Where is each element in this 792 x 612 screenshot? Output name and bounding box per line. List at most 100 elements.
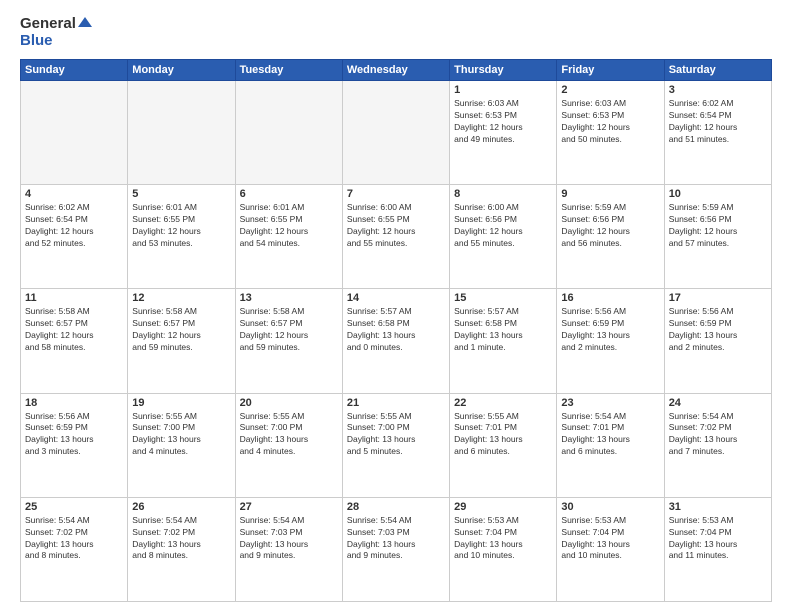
- calendar-cell: 18 Sunrise: 5:56 AM Sunset: 6:59 PM Dayli…: [21, 393, 128, 497]
- day-info: Sunrise: 5:58 AM Sunset: 6:57 PM Dayligh…: [25, 306, 123, 354]
- day-number: 12: [132, 292, 230, 304]
- day-info: Sunrise: 6:00 AM Sunset: 6:56 PM Dayligh…: [454, 202, 552, 250]
- calendar-cell: [21, 81, 128, 185]
- day-info: Sunrise: 5:53 AM Sunset: 7:04 PM Dayligh…: [561, 515, 659, 563]
- day-number: 24: [669, 397, 767, 409]
- logo-blue: Blue: [20, 33, 92, 50]
- day-info: Sunrise: 5:54 AM Sunset: 7:01 PM Dayligh…: [561, 411, 659, 459]
- day-info: Sunrise: 5:55 AM Sunset: 7:00 PM Dayligh…: [132, 411, 230, 459]
- day-number: 29: [454, 501, 552, 513]
- day-number: 27: [240, 501, 338, 513]
- day-info: Sunrise: 6:03 AM Sunset: 6:53 PM Dayligh…: [454, 98, 552, 146]
- day-info: Sunrise: 5:56 AM Sunset: 6:59 PM Dayligh…: [25, 411, 123, 459]
- calendar-cell: 5 Sunrise: 6:01 AM Sunset: 6:55 PM Daylig…: [128, 185, 235, 289]
- day-number: 18: [25, 397, 123, 409]
- day-number: 19: [132, 397, 230, 409]
- day-number: 6: [240, 188, 338, 200]
- calendar-cell: 28Sunrise: 5:54 AM Sunset: 7:03 PM Dayli…: [342, 497, 449, 601]
- calendar-cell: 8Sunrise: 6:00 AM Sunset: 6:56 PM Daylig…: [450, 185, 557, 289]
- calendar-cell: 16 Sunrise: 5:56 AM Sunset: 6:59 PM Dayli…: [557, 289, 664, 393]
- calendar-cell: 30 Sunrise: 5:53 AM Sunset: 7:04 PM Dayli…: [557, 497, 664, 601]
- day-info: Sunrise: 5:56 AM Sunset: 6:59 PM Dayligh…: [669, 306, 767, 354]
- day-number: 28: [347, 501, 445, 513]
- week-row-1: 1Sunrise: 6:03 AM Sunset: 6:53 PM Daylig…: [21, 81, 772, 185]
- day-info: Sunrise: 5:53 AM Sunset: 7:04 PM Dayligh…: [454, 515, 552, 563]
- day-info: Sunrise: 6:02 AM Sunset: 6:54 PM Dayligh…: [669, 98, 767, 146]
- day-info: Sunrise: 6:01 AM Sunset: 6:55 PM Dayligh…: [240, 202, 338, 250]
- calendar-cell: 15 Sunrise: 5:57 AM Sunset: 6:58 PM Dayli…: [450, 289, 557, 393]
- day-info: Sunrise: 5:59 AM Sunset: 6:56 PM Dayligh…: [561, 202, 659, 250]
- logo: General Blue: [20, 16, 92, 49]
- day-info: Sunrise: 5:54 AM Sunset: 7:03 PM Dayligh…: [240, 515, 338, 563]
- day-number: 21: [347, 397, 445, 409]
- calendar-cell: 2Sunrise: 6:03 AM Sunset: 6:53 PM Daylig…: [557, 81, 664, 185]
- calendar-cell: 23Sunrise: 5:54 AM Sunset: 7:01 PM Dayli…: [557, 393, 664, 497]
- day-info: Sunrise: 5:55 AM Sunset: 7:00 PM Dayligh…: [347, 411, 445, 459]
- weekday-header-saturday: Saturday: [664, 60, 771, 81]
- day-info: Sunrise: 6:02 AM Sunset: 6:54 PM Dayligh…: [25, 202, 123, 250]
- day-info: Sunrise: 5:54 AM Sunset: 7:02 PM Dayligh…: [669, 411, 767, 459]
- day-info: Sunrise: 5:58 AM Sunset: 6:57 PM Dayligh…: [240, 306, 338, 354]
- calendar-cell: 17 Sunrise: 5:56 AM Sunset: 6:59 PM Dayli…: [664, 289, 771, 393]
- day-number: 26: [132, 501, 230, 513]
- calendar-cell: [235, 81, 342, 185]
- week-row-2: 4 Sunrise: 6:02 AM Sunset: 6:54 PM Daylig…: [21, 185, 772, 289]
- calendar-cell: 26 Sunrise: 5:54 AM Sunset: 7:02 PM Dayli…: [128, 497, 235, 601]
- day-number: 20: [240, 397, 338, 409]
- calendar-cell: 14 Sunrise: 5:57 AM Sunset: 6:58 PM Dayli…: [342, 289, 449, 393]
- calendar-cell: 20 Sunrise: 5:55 AM Sunset: 7:00 PM Dayli…: [235, 393, 342, 497]
- calendar-cell: 9 Sunrise: 5:59 AM Sunset: 6:56 PM Daylig…: [557, 185, 664, 289]
- day-number: 17: [669, 292, 767, 304]
- weekday-header-wednesday: Wednesday: [342, 60, 449, 81]
- calendar-cell: 27 Sunrise: 5:54 AM Sunset: 7:03 PM Dayli…: [235, 497, 342, 601]
- day-number: 25: [25, 501, 123, 513]
- calendar-cell: 19 Sunrise: 5:55 AM Sunset: 7:00 PM Dayli…: [128, 393, 235, 497]
- calendar-cell: 7 Sunrise: 6:00 AM Sunset: 6:55 PM Daylig…: [342, 185, 449, 289]
- day-info: Sunrise: 5:58 AM Sunset: 6:57 PM Dayligh…: [132, 306, 230, 354]
- day-number: 15: [454, 292, 552, 304]
- day-info: Sunrise: 5:57 AM Sunset: 6:58 PM Dayligh…: [454, 306, 552, 354]
- calendar-cell: 25 Sunrise: 5:54 AM Sunset: 7:02 PM Dayli…: [21, 497, 128, 601]
- header: General Blue: [20, 16, 772, 49]
- page: General Blue SundayMondayTuesdayWednesda…: [0, 0, 792, 612]
- day-number: 11: [25, 292, 123, 304]
- calendar-cell: 24 Sunrise: 5:54 AM Sunset: 7:02 PM Dayli…: [664, 393, 771, 497]
- day-info: Sunrise: 5:54 AM Sunset: 7:02 PM Dayligh…: [132, 515, 230, 563]
- calendar-cell: 6 Sunrise: 6:01 AM Sunset: 6:55 PM Daylig…: [235, 185, 342, 289]
- calendar-cell: 10 Sunrise: 5:59 AM Sunset: 6:56 PM Dayli…: [664, 185, 771, 289]
- day-number: 10: [669, 188, 767, 200]
- calendar-cell: 13Sunrise: 5:58 AM Sunset: 6:57 PM Dayli…: [235, 289, 342, 393]
- calendar-cell: 3 Sunrise: 6:02 AM Sunset: 6:54 PM Daylig…: [664, 81, 771, 185]
- day-number: 31: [669, 501, 767, 513]
- week-row-5: 25 Sunrise: 5:54 AM Sunset: 7:02 PM Dayli…: [21, 497, 772, 601]
- calendar-cell: 31 Sunrise: 5:53 AM Sunset: 7:04 PM Dayli…: [664, 497, 771, 601]
- calendar-cell: 22Sunrise: 5:55 AM Sunset: 7:01 PM Dayli…: [450, 393, 557, 497]
- day-info: Sunrise: 5:55 AM Sunset: 7:00 PM Dayligh…: [240, 411, 338, 459]
- week-row-4: 18 Sunrise: 5:56 AM Sunset: 6:59 PM Dayli…: [21, 393, 772, 497]
- day-info: Sunrise: 5:54 AM Sunset: 7:02 PM Dayligh…: [25, 515, 123, 563]
- weekday-header-sunday: Sunday: [21, 60, 128, 81]
- day-info: Sunrise: 5:56 AM Sunset: 6:59 PM Dayligh…: [561, 306, 659, 354]
- logo-text-block: General Blue: [20, 16, 92, 49]
- day-number: 14: [347, 292, 445, 304]
- calendar-table: SundayMondayTuesdayWednesdayThursdayFrid…: [20, 59, 772, 602]
- day-info: Sunrise: 5:53 AM Sunset: 7:04 PM Dayligh…: [669, 515, 767, 563]
- day-number: 4: [25, 188, 123, 200]
- day-number: 30: [561, 501, 659, 513]
- day-info: Sunrise: 6:03 AM Sunset: 6:53 PM Dayligh…: [561, 98, 659, 146]
- day-number: 16: [561, 292, 659, 304]
- day-number: 22: [454, 397, 552, 409]
- logo-general: General: [20, 16, 92, 33]
- day-info: Sunrise: 6:01 AM Sunset: 6:55 PM Dayligh…: [132, 202, 230, 250]
- day-number: 7: [347, 188, 445, 200]
- weekday-header-monday: Monday: [128, 60, 235, 81]
- day-number: 5: [132, 188, 230, 200]
- day-number: 3: [669, 84, 767, 96]
- weekday-header-tuesday: Tuesday: [235, 60, 342, 81]
- day-info: Sunrise: 5:59 AM Sunset: 6:56 PM Dayligh…: [669, 202, 767, 250]
- day-info: Sunrise: 5:57 AM Sunset: 6:58 PM Dayligh…: [347, 306, 445, 354]
- day-info: Sunrise: 6:00 AM Sunset: 6:55 PM Dayligh…: [347, 202, 445, 250]
- calendar-cell: 29 Sunrise: 5:53 AM Sunset: 7:04 PM Dayli…: [450, 497, 557, 601]
- day-number: 9: [561, 188, 659, 200]
- calendar-cell: [342, 81, 449, 185]
